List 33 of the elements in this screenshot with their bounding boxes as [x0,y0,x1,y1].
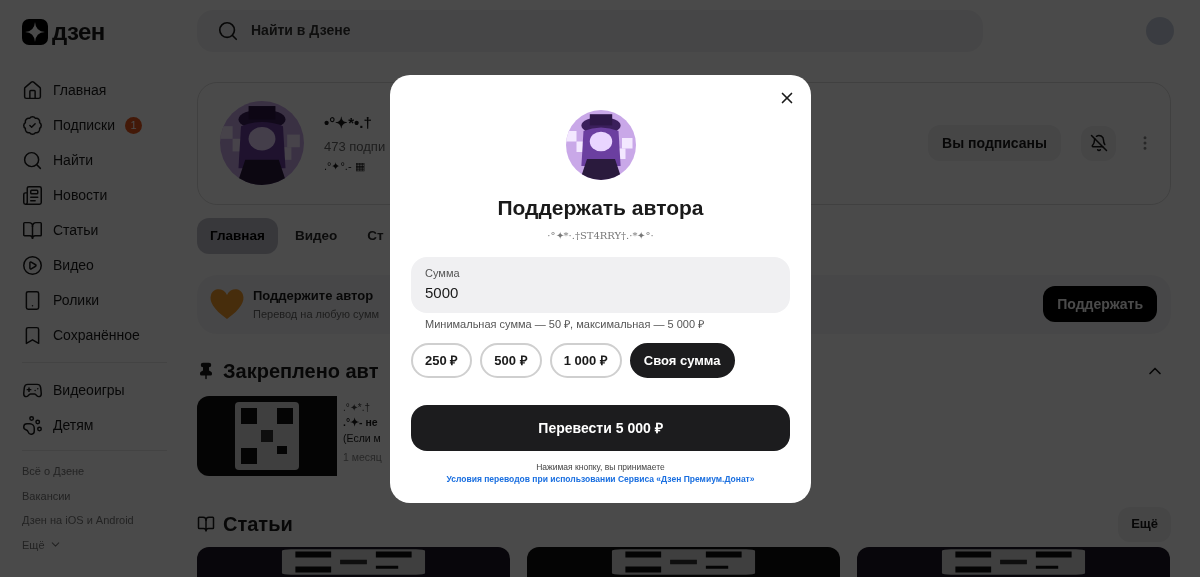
card-title: .°✦- не [343,415,379,430]
author-name: ·°✦*·.†ST4RRY†.·*✦°· [547,228,654,243]
banner-title: Поддержите автор [253,287,375,306]
sidebar-item-label: Видео [53,255,94,275]
sidebar-item-label: Сохранённое [53,325,140,345]
transfer-button[interactable]: Перевести 5 000 ₽ [411,405,790,451]
card-snippet: (Если м [343,430,382,446]
amount-chip[interactable]: 500 ₽ [480,343,542,378]
amount-field[interactable]: Сумма 5000 [411,256,790,313]
field-label: Сумма [425,266,461,281]
amount-chip[interactable]: Своя сумма [629,343,735,378]
terms-link[interactable]: Условия переводов при использовании Сервиса «Дзен Премиум.Донат» [446,473,755,485]
channel-name: •°✦*•.† [324,113,373,134]
section-heading: Статьи [223,512,293,537]
search-placeholder: Найти в Дзене [251,21,351,41]
sidebar-item-label: Детям [53,415,94,435]
section-heading: Закреплено авт [223,359,379,384]
sidebar-item-label: Найти [53,150,93,170]
sidebar-item-label: Подписки [53,115,116,135]
sidebar-item-label: Главная [53,80,107,100]
terms-text: Нажимая кнопку, вы принимаете [536,461,665,473]
card-author: .°✦*.† [343,401,371,415]
sidebar-item-label: Новости [53,185,108,205]
amount-chip[interactable]: 250 ₽ [411,343,473,378]
logo-text: дзен [52,17,105,47]
amount-chip[interactable]: 1 000 ₽ [549,343,622,378]
field-value: 5000 [425,282,460,303]
amount-hint: Минимальная сумма — 50 ₽, максимальная — 5 000 ₽ [425,316,705,332]
sidebar-item-label: Видеоигры [53,380,125,400]
sidebar-item-label: Статьи [53,220,99,240]
channel-description: .°✦°.- ▦ [324,159,366,175]
dialog-title: Поддержать автора [497,195,704,221]
sidebar-item-label: Ролики [53,290,100,310]
